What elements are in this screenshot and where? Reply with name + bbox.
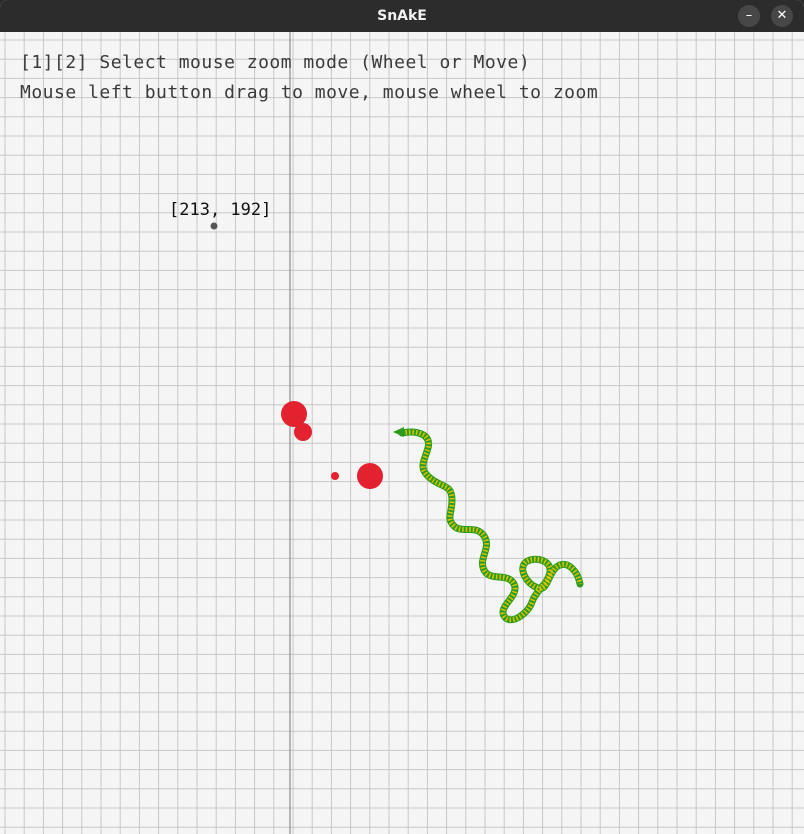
minimize-button[interactable]: – [738, 5, 760, 27]
game-scene[interactable] [0, 32, 804, 834]
snake-pattern [401, 429, 583, 623]
hud-zoom-mode-hint: [1][2] Select mouse zoom mode (Wheel or … [20, 52, 531, 73]
close-button[interactable]: ✕ [771, 5, 793, 27]
food-pellet [294, 423, 312, 441]
title-bar[interactable]: SnAkE – ✕ [0, 0, 804, 32]
food-pellet [331, 472, 339, 480]
minimize-icon: – [745, 8, 753, 23]
window-title: SnAkE [377, 8, 427, 24]
snake-head [393, 427, 404, 437]
game-canvas[interactable]: [1][2] Select mouse zoom mode (Wheel or … [0, 32, 804, 834]
cursor-coordinate-readout: [213, 192] [169, 200, 272, 220]
snake [393, 427, 584, 624]
game-window: SnAkE – ✕ [1][2] Select mouse zoom mode … [0, 0, 804, 834]
cursor-point [210, 222, 218, 230]
food-items [281, 401, 383, 489]
close-icon: ✕ [776, 8, 788, 23]
snake-body [398, 428, 584, 624]
hud-controls-hint: Mouse left button drag to move, mouse wh… [20, 82, 599, 103]
food-pellet [357, 463, 383, 489]
